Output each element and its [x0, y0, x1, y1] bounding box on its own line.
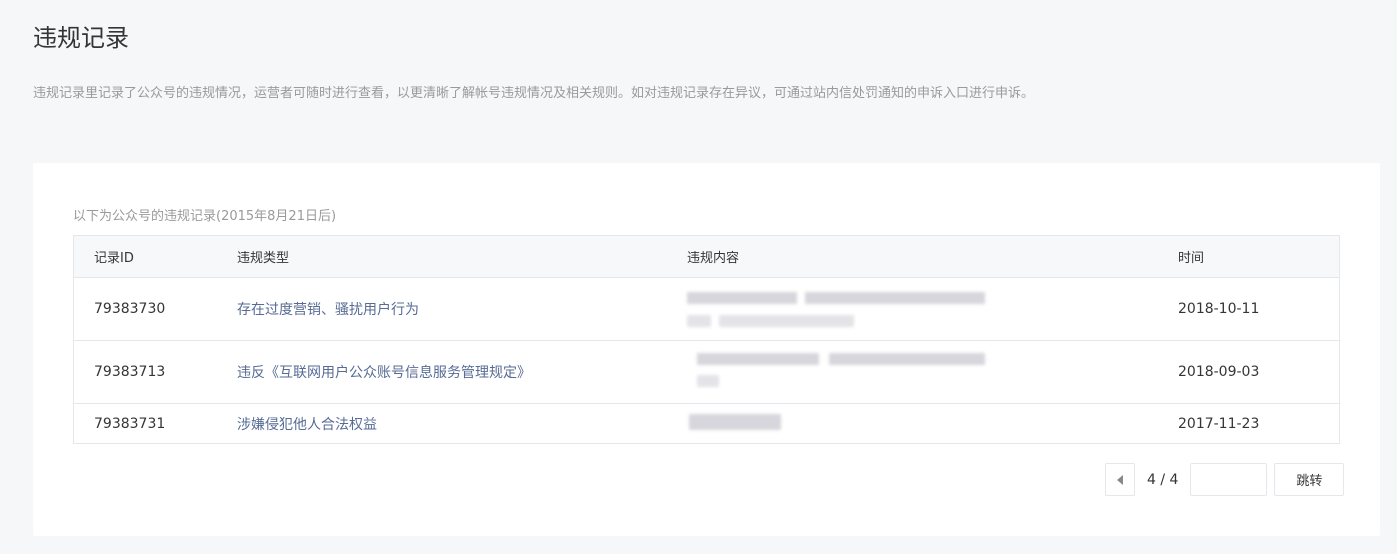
record-id: 79383730: [94, 301, 166, 317]
record-time: 2017-11-23: [1178, 415, 1260, 432]
jump-button[interactable]: 跳转: [1274, 463, 1345, 496]
table-header-row: 记录ID 违规类型 违规内容 时间: [74, 236, 1339, 277]
records-table: 记录ID 违规类型 违规内容 时间 79383730 存在过度营销、骚扰用户行为…: [73, 235, 1340, 444]
header-record-id: 记录ID: [94, 251, 134, 266]
page-description: 违规记录里记录了公众号的违规情况，运营者可随时进行查看，以更清晰了解帐号违规情况…: [33, 86, 1035, 101]
page-title: 违规记录: [33, 24, 129, 52]
header-violation-type: 违规类型: [237, 251, 290, 266]
prev-page-button[interactable]: [1105, 463, 1135, 496]
violation-type-link[interactable]: 违反《互联网用户公众账号信息服务管理规定》: [237, 341, 531, 403]
table-caption: 以下为公众号的违规记录(2015年8月21日后): [73, 209, 337, 224]
violation-type-label[interactable]: 违反《互联网用户公众账号信息服务管理规定》: [237, 362, 531, 382]
header-violation-content: 违规内容: [687, 251, 740, 266]
pagination: 4 / 4 跳转: [1105, 463, 1345, 496]
violation-content-blurred: [687, 341, 1017, 403]
violation-type-label[interactable]: 涉嫌侵犯他人合法权益: [237, 414, 377, 434]
page-jump-input[interactable]: [1190, 463, 1268, 496]
violation-type-link[interactable]: 存在过度营销、骚扰用户行为: [237, 278, 419, 340]
table-row: 79383730 存在过度营销、骚扰用户行为 2018-10-11: [74, 277, 1339, 340]
violation-type-label[interactable]: 存在过度营销、骚扰用户行为: [237, 299, 419, 319]
violation-content-blurred: [687, 278, 1017, 340]
violation-content-blurred: [687, 404, 1017, 443]
table-row: 79383731 涉嫌侵犯他人合法权益 2017-11-23: [74, 403, 1339, 443]
record-id: 79383713: [94, 364, 166, 380]
record-time: 2018-10-11: [1178, 301, 1260, 317]
chevron-left-icon: [1117, 474, 1123, 485]
record-id: 79383731: [94, 415, 166, 432]
record-time: 2018-09-03: [1178, 364, 1260, 380]
header-time: 时间: [1178, 251, 1205, 266]
records-card: 以下为公众号的违规记录(2015年8月21日后) 记录ID 违规类型 违规内容 …: [33, 163, 1380, 536]
table-row: 79383713 违反《互联网用户公众账号信息服务管理规定》 2018-09-0…: [74, 340, 1339, 403]
violation-type-link[interactable]: 涉嫌侵犯他人合法权益: [237, 404, 377, 443]
page-indicator: 4 / 4: [1147, 471, 1179, 488]
